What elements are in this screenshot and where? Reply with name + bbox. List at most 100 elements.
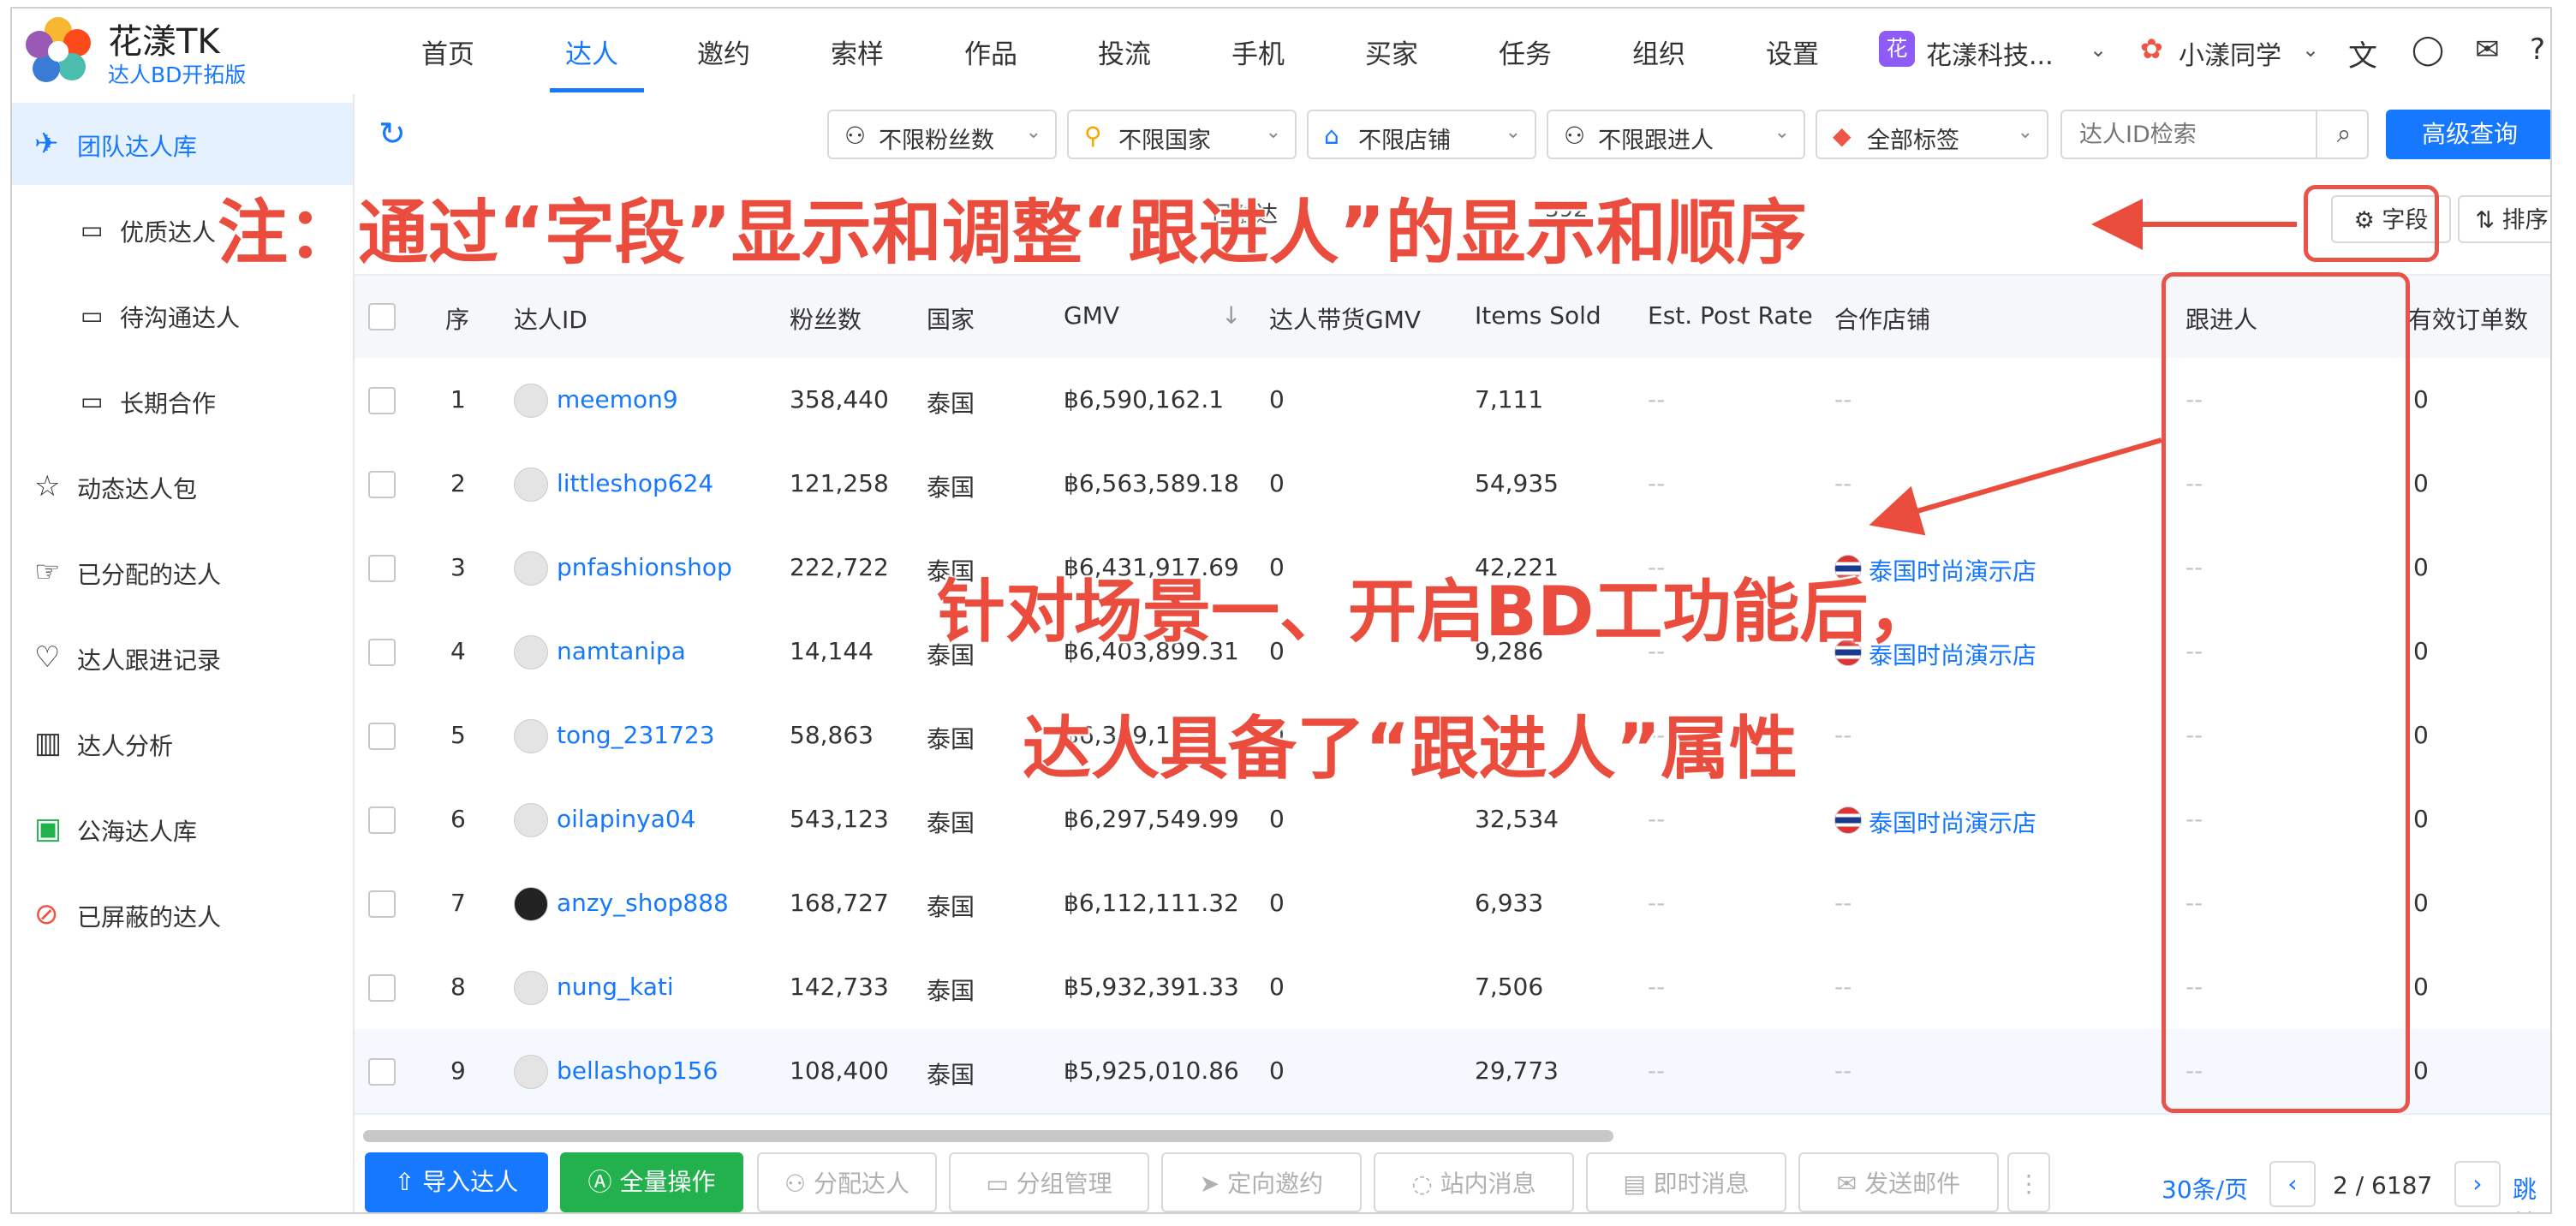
sidebar-item-team-library[interactable]: ✈ 团队达人库 (12, 103, 353, 185)
site-msg-label: 站内消息 (1440, 1169, 1536, 1198)
sort-button[interactable]: ⇅ 排序 (2458, 195, 2550, 243)
user-name[interactable]: 小漾同学 (2179, 34, 2281, 72)
targeted-invite-button[interactable]: ➤ 定向邀约 (1161, 1152, 1362, 1212)
instant-message-button[interactable]: ▤ 即时消息 (1586, 1152, 1786, 1212)
site-message-button[interactable]: ◌ 站内消息 (1374, 1152, 1574, 1212)
more-icon[interactable]: ⋮ (2007, 1152, 2050, 1212)
chevron-down-icon: ⌄ (1505, 122, 1521, 143)
sidebar-item-label: 已屏蔽的达人 (77, 903, 222, 931)
cell-index: 7 (450, 889, 466, 917)
jump-page-link[interactable]: 跳转 (2513, 1171, 2550, 1212)
cell-creator-id[interactable]: littleshop624 (557, 469, 713, 497)
cell-items-sold: 7,111 (1475, 385, 1544, 414)
cell-shop[interactable]: 泰国时尚演示店 (1869, 805, 2036, 839)
row-checkbox[interactable] (368, 890, 396, 918)
nav-org[interactable]: 组织 (1632, 33, 1685, 71)
chat-icon[interactable]: ◯ (2412, 33, 2444, 67)
org-badge[interactable]: 花 (1879, 31, 1915, 67)
cell-valid-orders: 0 (2413, 637, 2429, 665)
filter-follower[interactable]: ⚇ 不限跟进人 ⌄ (1547, 110, 1805, 159)
cell-creator-id[interactable]: meemon9 (557, 385, 678, 414)
sidebar-item-analysis[interactable]: ▥ 达人分析 (12, 702, 353, 784)
horizontal-scrollbar[interactable] (363, 1130, 1613, 1142)
all-operations-button[interactable]: Ⓐ 全量操作 (560, 1152, 743, 1212)
nav-ads[interactable]: 投流 (1098, 33, 1151, 71)
col-bd-gmv[interactable]: 达人带货GMV (1269, 301, 1421, 336)
cell-valid-orders: 0 (2413, 553, 2429, 581)
cell-index: 8 (450, 973, 466, 1001)
sidebar-item-public-pool[interactable]: ▣ 公海达人库 (12, 788, 353, 870)
help-icon[interactable]: ? (2530, 33, 2545, 67)
sidebar-item-long-term[interactable]: ▭ 长期合作 (12, 360, 353, 442)
nav-home[interactable]: 首页 (421, 33, 474, 71)
org-name[interactable]: 花漾科技... (1926, 34, 2054, 72)
filter-country[interactable]: ⚲ 不限国家 ⌄ (1067, 110, 1297, 159)
nav-samples[interactable]: 索样 (831, 33, 884, 71)
col-valid-orders[interactable]: 有效订单数 (2408, 301, 2528, 336)
row-checkbox[interactable] (368, 723, 396, 750)
chevron-down-icon: ⌄ (1774, 122, 1790, 143)
filter-shop[interactable]: ⌂ 不限店铺 ⌄ (1307, 110, 1536, 159)
mail-icon[interactable]: ✉ (2475, 33, 2500, 67)
row-checkbox[interactable] (368, 974, 396, 1002)
assign-creators-button[interactable]: ⚇ 分配达人 (757, 1152, 937, 1212)
select-all-checkbox[interactable] (368, 303, 396, 330)
col-items-sold[interactable]: Items Sold (1475, 301, 1601, 330)
advanced-query-button[interactable]: 高级查询 (2386, 110, 2550, 159)
sidebar-item-label: 达人分析 (77, 732, 174, 760)
nav-tasks[interactable]: 任务 (1499, 33, 1552, 71)
col-fans[interactable]: 粉丝数 (790, 301, 862, 336)
prev-page-icon[interactable]: ‹ (2269, 1161, 2316, 1207)
chevron-down-icon[interactable]: ⌄ (2090, 38, 2107, 62)
row-checkbox[interactable] (368, 555, 396, 582)
refresh-icon[interactable]: ↻ (379, 115, 406, 152)
filter-label: 不限国家 (1118, 128, 1211, 154)
row-checkbox[interactable] (368, 1058, 396, 1086)
col-shop[interactable]: 合作店铺 (1834, 301, 1930, 336)
cell-creator-id[interactable]: namtanipa (557, 637, 686, 665)
cell-index: 4 (450, 637, 466, 665)
cell-fans: 108,400 (790, 1056, 889, 1085)
cell-creator-id[interactable]: anzy_shop888 (557, 889, 729, 917)
avatar (514, 803, 548, 837)
translate-icon[interactable]: ⽂ (2348, 33, 2377, 74)
row-checkbox[interactable] (368, 387, 396, 414)
col-post-rate[interactable]: Est. Post Rate (1648, 301, 1813, 330)
nav-phone[interactable]: 手机 (1231, 33, 1285, 71)
nav-buyers[interactable]: 买家 (1365, 33, 1418, 71)
nav-creators[interactable]: 达人 (565, 33, 618, 71)
nav-settings[interactable]: 设置 (1766, 33, 1819, 71)
send-email-button[interactable]: ✉ 发送邮件 (1798, 1152, 1999, 1212)
sidebar-item-dynamic-pack[interactable]: ☆ 动态达人包 (12, 445, 353, 527)
chevron-down-icon[interactable]: ⌄ (2302, 38, 2319, 62)
col-index: 序 (445, 306, 470, 334)
row-checkbox[interactable] (368, 806, 396, 834)
sidebar-item-pending[interactable]: ▭ 待沟通达人 (12, 274, 353, 356)
row-checkbox[interactable] (368, 639, 396, 666)
sort-arrow-icon[interactable]: ↓ (1221, 301, 1241, 330)
group-manage-button[interactable]: ▭ 分组管理 (949, 1152, 1149, 1212)
sidebar-item-blocked[interactable]: ⊘ 已屏蔽的达人 (12, 873, 353, 955)
next-page-icon[interactable]: › (2454, 1161, 2501, 1207)
cell-valid-orders: 0 (2413, 973, 2429, 1001)
filter-tags[interactable]: ◆ 全部标签 ⌄ (1816, 110, 2048, 159)
search-icon[interactable]: ⌕ (2316, 110, 2370, 159)
nav-works[interactable]: 作品 (964, 33, 1017, 71)
filter-fans[interactable]: ⚇ 不限粉丝数 ⌄ (827, 110, 1057, 159)
sidebar-item-follow-records[interactable]: ♡ 达人跟进记录 (12, 616, 353, 699)
cell-creator-id[interactable]: pnfashionshop (557, 553, 732, 581)
row-checkbox[interactable] (368, 471, 396, 498)
cell-fans: 222,722 (790, 553, 889, 581)
nav-invite[interactable]: 邀约 (697, 33, 750, 71)
cell-creator-id[interactable]: bellashop156 (557, 1056, 718, 1085)
cell-creator-id[interactable]: oilapinya04 (557, 805, 696, 833)
cell-creator-id[interactable]: tong_231723 (557, 721, 715, 749)
import-creators-button[interactable]: ⇧ 导入达人 (365, 1152, 548, 1212)
col-creator-id[interactable]: 达人ID (514, 301, 587, 336)
col-gmv[interactable]: GMV (1064, 301, 1119, 330)
col-country[interactable]: 国家 (927, 301, 975, 336)
cell-post-rate: -- (1648, 1056, 1666, 1085)
page-size-select[interactable]: 30条/页 (2162, 1171, 2248, 1205)
cell-creator-id[interactable]: nung_kati (557, 973, 674, 1001)
sidebar-item-assigned[interactable]: ☞ 已分配的达人 (12, 531, 353, 613)
